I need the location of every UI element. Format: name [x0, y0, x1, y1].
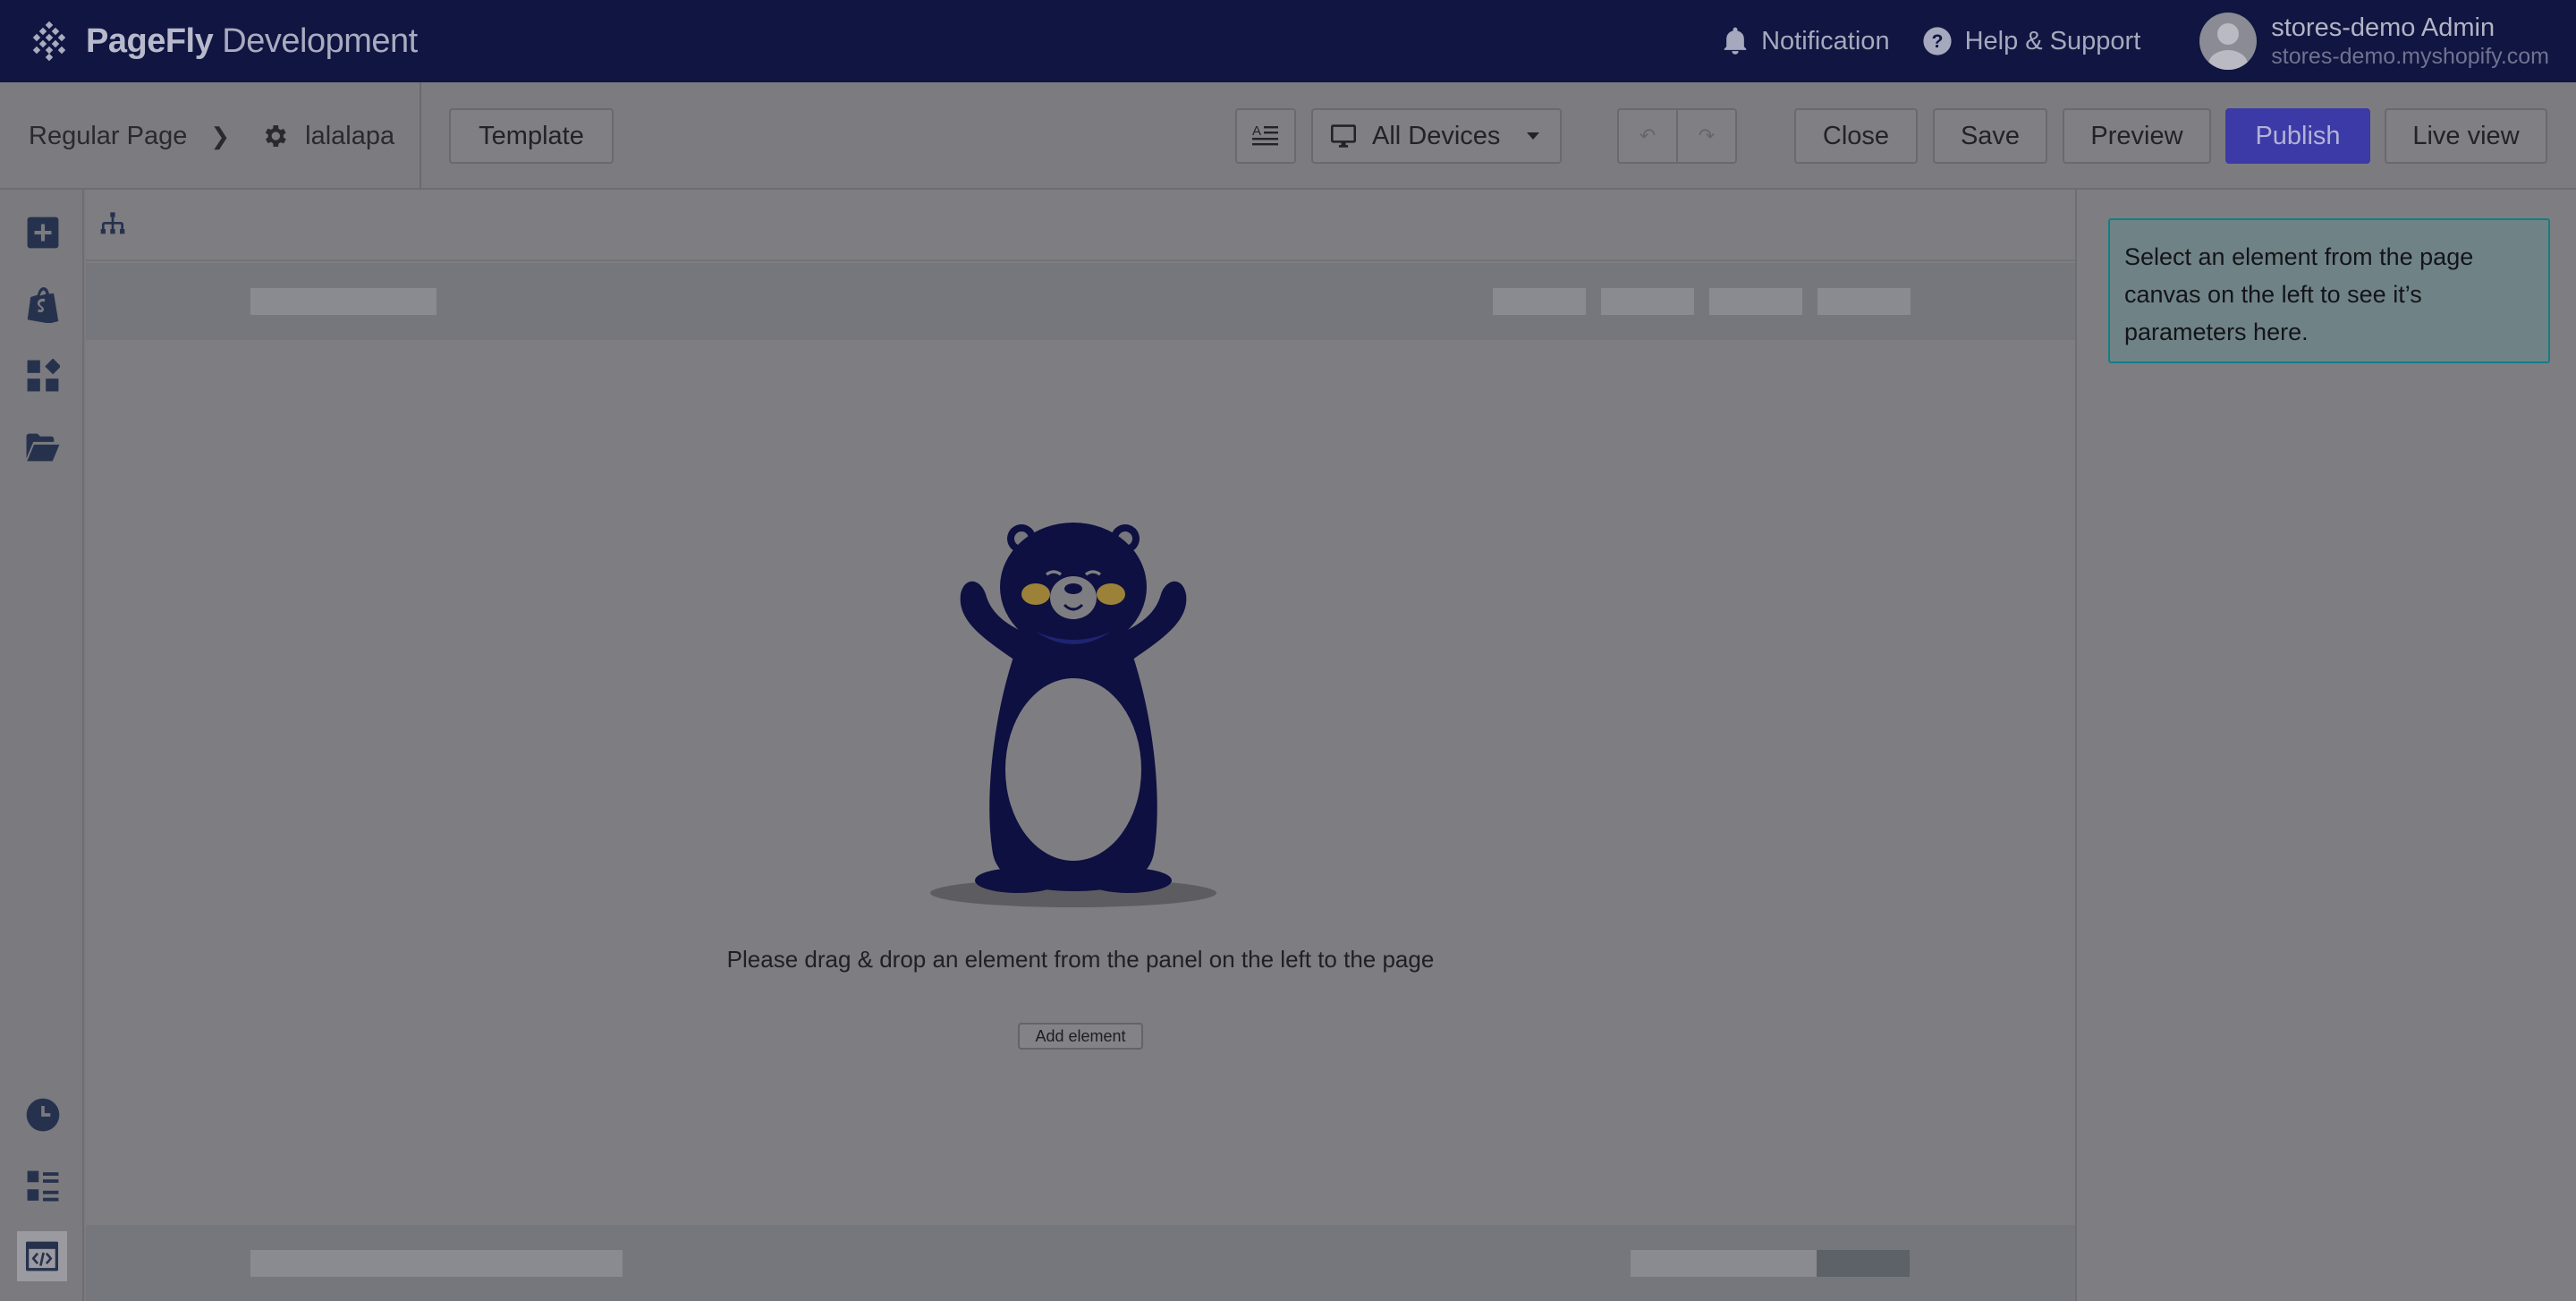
pagefly-logo-icon	[32, 21, 66, 62]
publish-button[interactable]: Publish	[2225, 108, 2370, 164]
nav-placeholder	[1818, 288, 1911, 315]
chevron-right-icon: ❯	[210, 122, 231, 149]
top-bar: PageFly Development Notification ? Help …	[0, 0, 2576, 82]
user-store: stores-demo.myshopify.com	[2271, 44, 2549, 70]
top-right-actions: Notification ? Help & Support stores-dem…	[1690, 0, 2549, 82]
user-menu[interactable]: stores-demo Admin stores-demo.myshopify.…	[2199, 12, 2549, 71]
left-sidebar	[0, 190, 84, 1301]
bear-mascot-illustration	[930, 523, 1216, 907]
canvas-footer-placeholder	[86, 1225, 2075, 1301]
code-icon	[26, 1241, 58, 1271]
nav-placeholder	[1709, 288, 1802, 315]
logo-placeholder	[250, 288, 436, 315]
nav-placeholder	[1493, 288, 1586, 315]
add-element-sidebar-button[interactable]	[25, 215, 61, 251]
shopify-bag-icon	[27, 287, 59, 323]
brand[interactable]: PageFly Development	[29, 21, 418, 62]
help-support-link[interactable]: ? Help & Support	[1922, 26, 2141, 56]
breadcrumb-page-type[interactable]: Regular Page	[29, 122, 187, 151]
help-label: Help & Support	[1964, 26, 2141, 55]
template-button[interactable]: Template	[449, 108, 614, 164]
toolbar-divider	[419, 82, 421, 190]
redo-button[interactable]: ↷	[1678, 110, 1735, 162]
history-sidebar-button[interactable]	[25, 1097, 61, 1133]
add-element-button[interactable]: Add element	[1018, 1023, 1143, 1050]
list-icon	[27, 1170, 59, 1202]
nav-placeholder	[1601, 288, 1694, 315]
avatar	[2199, 12, 2258, 70]
user-name: stores-demo Admin	[2271, 13, 2496, 42]
inspector-panel: Select an element from the page canvas o…	[2075, 190, 2576, 1301]
breadcrumb: Regular Page ❯ lalalapa	[29, 82, 394, 190]
page-name[interactable]: lalalapa	[305, 122, 394, 151]
gear-icon[interactable]	[260, 122, 289, 150]
widgets-icon	[27, 359, 60, 392]
notification-link[interactable]: Notification	[1722, 26, 1890, 56]
shopify-sidebar-button[interactable]	[25, 286, 61, 323]
inspector-hint: Select an element from the page canvas o…	[2108, 218, 2550, 363]
widgets-sidebar-button[interactable]	[25, 358, 61, 394]
sitemap-icon[interactable]	[98, 211, 127, 240]
svg-text:?: ?	[1931, 30, 1943, 52]
text-style-button[interactable]: A	[1235, 108, 1296, 164]
bell-icon	[1724, 27, 1747, 55]
undo-redo-group: ↶ ↷	[1617, 108, 1737, 164]
footer-link-placeholder	[1631, 1250, 1817, 1277]
device-label: All Devices	[1372, 121, 1501, 150]
files-sidebar-button[interactable]	[25, 429, 61, 465]
help-circle-icon: ?	[1922, 27, 1952, 55]
canvas-top-bar	[86, 190, 2075, 261]
notification-label: Notification	[1761, 26, 1890, 55]
caret-down-icon	[1527, 132, 1539, 140]
desktop-icon	[1331, 124, 1356, 148]
device-select[interactable]: All Devices	[1311, 108, 1562, 164]
history-icon	[26, 1098, 60, 1132]
save-button[interactable]: Save	[1933, 108, 2047, 164]
undo-icon: ↶	[1639, 124, 1657, 147]
footer-link-placeholder	[1817, 1250, 1910, 1277]
svg-text:A: A	[1252, 123, 1261, 139]
page-canvas[interactable]: Please drag & drop an element from the p…	[86, 190, 2075, 1301]
undo-button[interactable]: ↶	[1619, 110, 1678, 162]
live-view-button[interactable]: Live view	[2385, 108, 2547, 164]
close-button[interactable]: Close	[1794, 108, 1918, 164]
preview-button[interactable]: Preview	[2063, 108, 2211, 164]
text-style-icon: A	[1252, 123, 1278, 146]
brand-name: PageFly Development	[86, 21, 418, 60]
folder-open-icon	[26, 433, 60, 462]
redo-icon: ↷	[1698, 124, 1716, 147]
code-sidebar-button[interactable]	[17, 1231, 67, 1281]
canvas-header-placeholder	[86, 263, 2075, 340]
plus-square-icon	[27, 217, 59, 249]
empty-canvas-message: Please drag & drop an element from the p…	[726, 946, 1435, 973]
outline-sidebar-button[interactable]	[25, 1169, 61, 1204]
footer-text-placeholder	[250, 1250, 623, 1277]
